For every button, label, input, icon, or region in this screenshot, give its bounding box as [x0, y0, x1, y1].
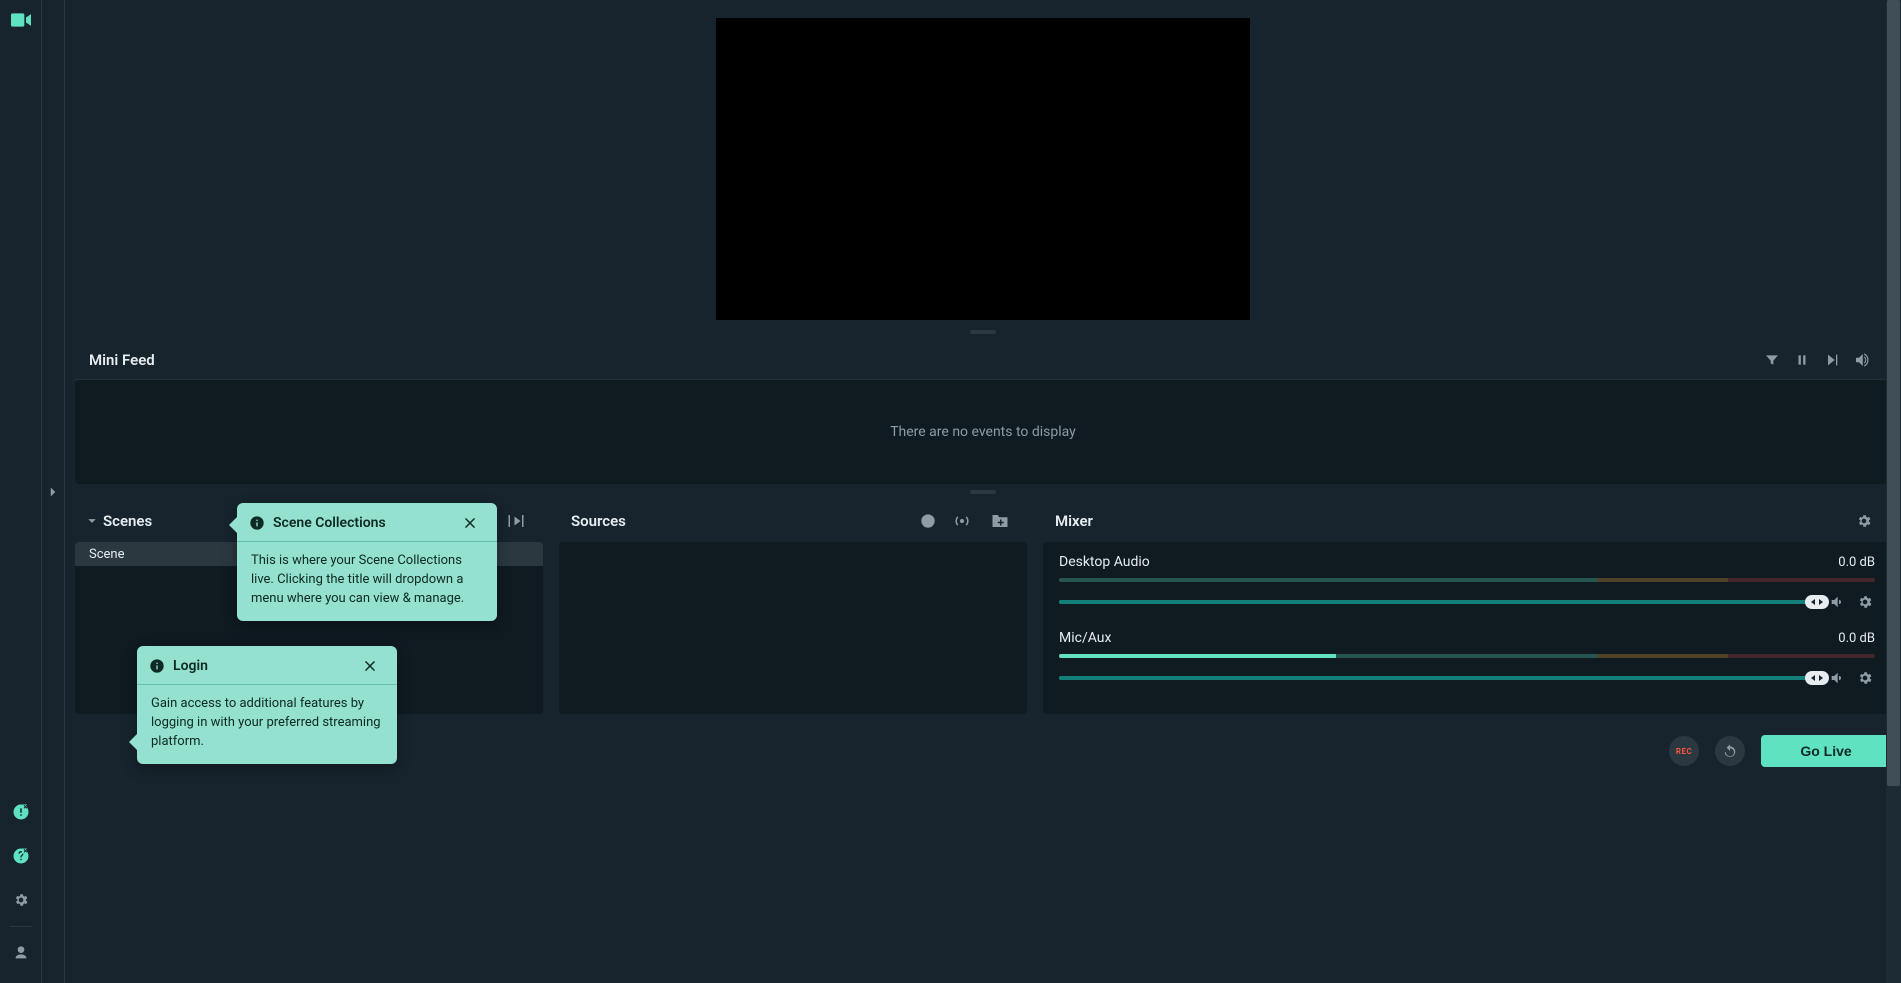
track-name: Desktop Audio [1059, 554, 1150, 570]
main-area: Mini Feed There are no events to display [65, 0, 1901, 983]
scenes-title[interactable]: Scenes [103, 512, 152, 530]
scene-transition-icon[interactable] [501, 506, 531, 536]
mixer-track: Desktop Audio 0.0 dB [1059, 554, 1875, 612]
mini-feed-panel: Mini Feed There are no events to display [75, 340, 1891, 484]
scrollbar-track[interactable] [1886, 0, 1901, 983]
track-db: 0.0 dB [1838, 631, 1875, 646]
info-icon [149, 658, 165, 674]
volume-slider[interactable] [1059, 600, 1817, 604]
mixer-settings-icon[interactable] [1849, 506, 1879, 536]
scenes-chevron-icon[interactable] [87, 516, 97, 526]
tooltip-title: Login [173, 656, 208, 676]
mixer-panel: Mixer Desktop Audio 0.0 dB [1043, 500, 1891, 714]
pause-icon[interactable] [1787, 345, 1817, 375]
track-name: Mic/Aux [1059, 630, 1111, 646]
resize-handle-bottom[interactable] [65, 484, 1901, 500]
sources-title: Sources [571, 512, 626, 530]
filter-icon[interactable] [1757, 345, 1787, 375]
sidebar-divider [10, 926, 32, 927]
mini-feed-empty-text: There are no events to display [890, 424, 1076, 440]
mixer-track: Mic/Aux 0.0 dB [1059, 630, 1875, 688]
preview-canvas[interactable] [716, 18, 1250, 320]
tooltip-title: Scene Collections [273, 513, 386, 533]
audio-meter [1059, 578, 1875, 582]
source-stream-icon[interactable] [947, 506, 977, 536]
skip-icon[interactable] [1817, 345, 1847, 375]
scene-item-label: Scene [89, 547, 125, 562]
audio-meter [1059, 654, 1875, 658]
settings-icon[interactable] [0, 878, 42, 922]
scene-collections-tooltip: Scene Collections This is where your Sce… [237, 503, 497, 621]
undo-button[interactable] [1715, 736, 1745, 766]
expand-live-dock-button[interactable] [42, 0, 65, 983]
close-icon[interactable] [363, 659, 385, 673]
add-folder-icon[interactable] [985, 506, 1015, 536]
sources-panel: Sources [559, 500, 1027, 714]
sidebar-rail [0, 0, 42, 983]
sources-list [559, 542, 1027, 714]
track-volume-icon[interactable] [1827, 592, 1847, 612]
add-source-button[interactable] [917, 510, 939, 532]
help-store-icon[interactable] [0, 790, 42, 834]
volume-icon[interactable] [1847, 345, 1877, 375]
mini-feed-empty: There are no events to display [75, 380, 1891, 484]
help-info-icon[interactable] [0, 834, 42, 878]
tooltip-body: Gain access to additional features by lo… [137, 685, 397, 764]
info-icon [249, 515, 265, 531]
record-label: REC [1676, 747, 1692, 756]
track-db: 0.0 dB [1838, 555, 1875, 570]
preview-panel [75, 14, 1891, 324]
mixer-title: Mixer [1055, 512, 1093, 530]
record-button[interactable]: REC [1669, 736, 1699, 766]
volume-slider[interactable] [1059, 676, 1817, 680]
login-tooltip: Login Gain access to additional features… [137, 646, 397, 764]
go-live-button[interactable]: Go Live [1761, 735, 1891, 767]
user-icon[interactable] [0, 931, 42, 975]
track-volume-icon[interactable] [1827, 668, 1847, 688]
mixer-body: Desktop Audio 0.0 dB Mic/Aux 0.0 dB [1043, 542, 1891, 714]
tooltip-body: This is where your Scene Collections liv… [237, 542, 497, 621]
close-icon[interactable] [463, 516, 485, 530]
scrollbar-thumb[interactable] [1887, 0, 1900, 786]
track-settings-icon[interactable] [1855, 668, 1875, 688]
resize-handle-top[interactable] [65, 324, 1901, 340]
mini-feed-title: Mini Feed [89, 351, 155, 369]
track-settings-icon[interactable] [1855, 592, 1875, 612]
editor-tab-icon[interactable] [11, 12, 31, 28]
